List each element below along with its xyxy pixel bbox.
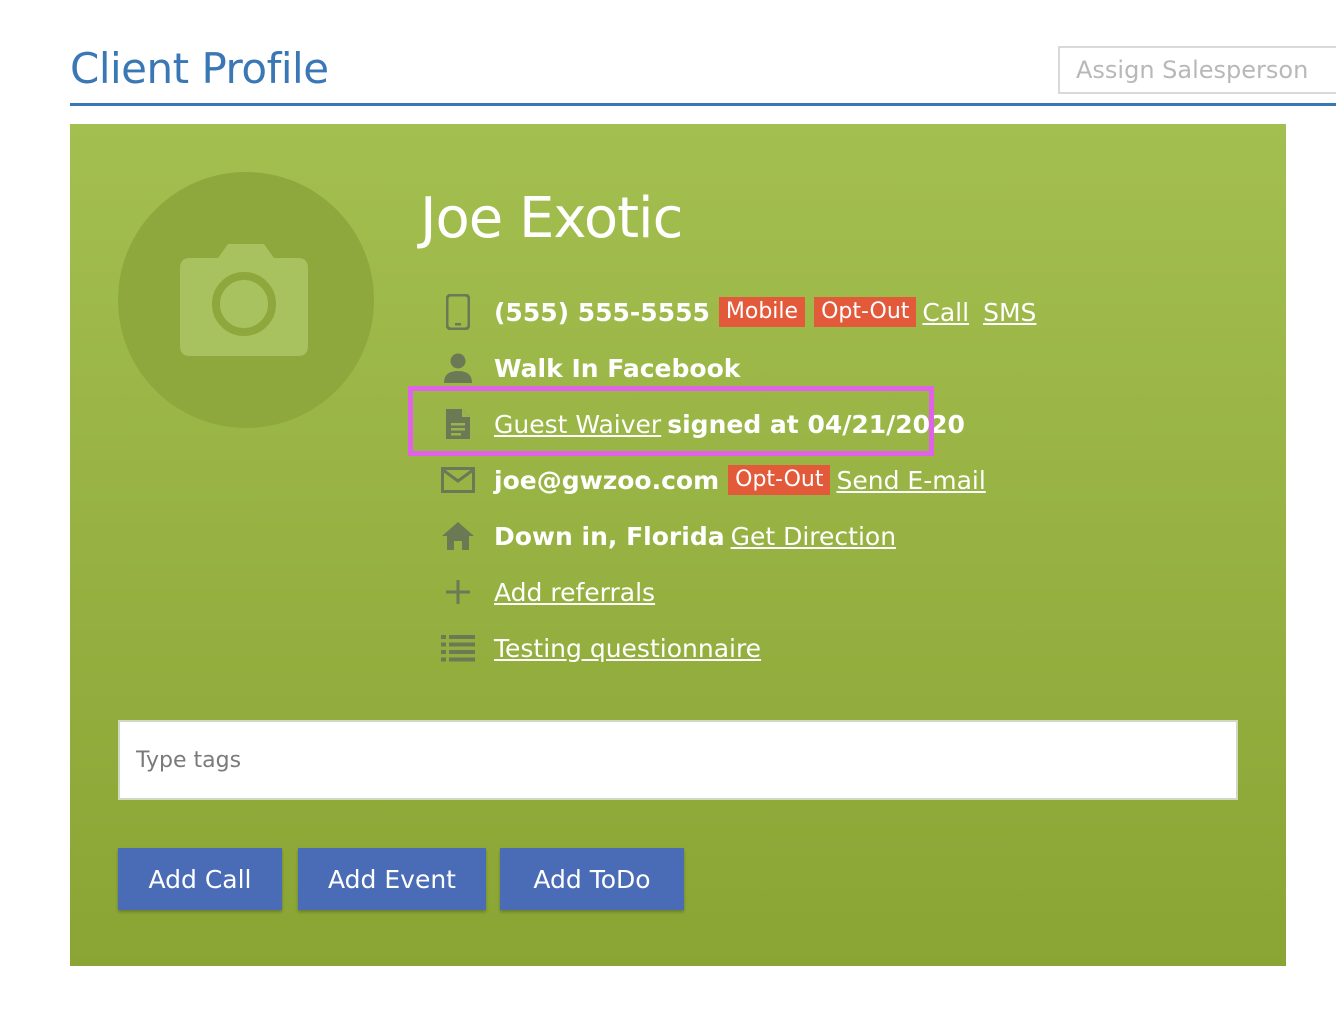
email-address: joe@gwzoo.com [494,465,720,495]
client-card: Joe Exotic (555) 555-5555 Mobile Opt-Out… [70,124,1286,966]
title-divider [70,103,1336,106]
send-email-link[interactable]: Send E-mail [836,466,985,495]
phone-optout-badge: Opt-Out [814,297,917,327]
referrals-row: Add referrals [438,564,1036,620]
phone-number: (555) 555-5555 [494,297,710,327]
waiver-signed-text: signed at 04/21/2020 [667,409,965,439]
mobile-phone-icon [438,292,478,332]
client-name: Joe Exotic [420,186,683,251]
list-icon [438,628,478,668]
camera-icon [180,244,308,356]
lead-source: Walk In Facebook [494,353,741,383]
add-todo-button[interactable]: Add ToDo [500,848,684,910]
add-event-button[interactable]: Add Event [298,848,486,910]
get-direction-link[interactable]: Get Direction [731,522,896,551]
document-icon [438,404,478,444]
home-icon [438,516,478,556]
person-icon [438,348,478,388]
avatar[interactable] [118,172,374,428]
source-row: Walk In Facebook [438,340,1036,396]
testing-questionnaire-link[interactable]: Testing questionnaire [494,634,761,663]
add-referrals-link[interactable]: Add referrals [494,578,655,607]
email-row: joe@gwzoo.com Opt-Out Send E-mail [438,452,1036,508]
email-optout-badge: Opt-Out [728,465,831,495]
address-row: Down in, Florida Get Direction [438,508,1036,564]
envelope-icon [438,460,478,500]
mobile-badge: Mobile [718,297,806,327]
phone-row: (555) 555-5555 Mobile Opt-Out Call SMS [438,284,1036,340]
add-call-button[interactable]: Add Call [118,848,282,910]
plus-icon [438,572,478,612]
client-info-list: (555) 555-5555 Mobile Opt-Out Call SMS W… [438,284,1036,676]
questionnaire-row: Testing questionnaire [438,620,1036,676]
call-link[interactable]: Call [922,298,969,327]
page-title: Client Profile [70,44,329,93]
sms-link[interactable]: SMS [983,298,1036,327]
guest-waiver-link[interactable]: Guest Waiver [494,410,661,439]
assign-salesperson-input[interactable] [1058,46,1336,94]
client-address: Down in, Florida [494,521,725,551]
waiver-row: Guest Waiver signed at 04/21/2020 [438,396,1036,452]
tags-input[interactable] [118,720,1238,800]
